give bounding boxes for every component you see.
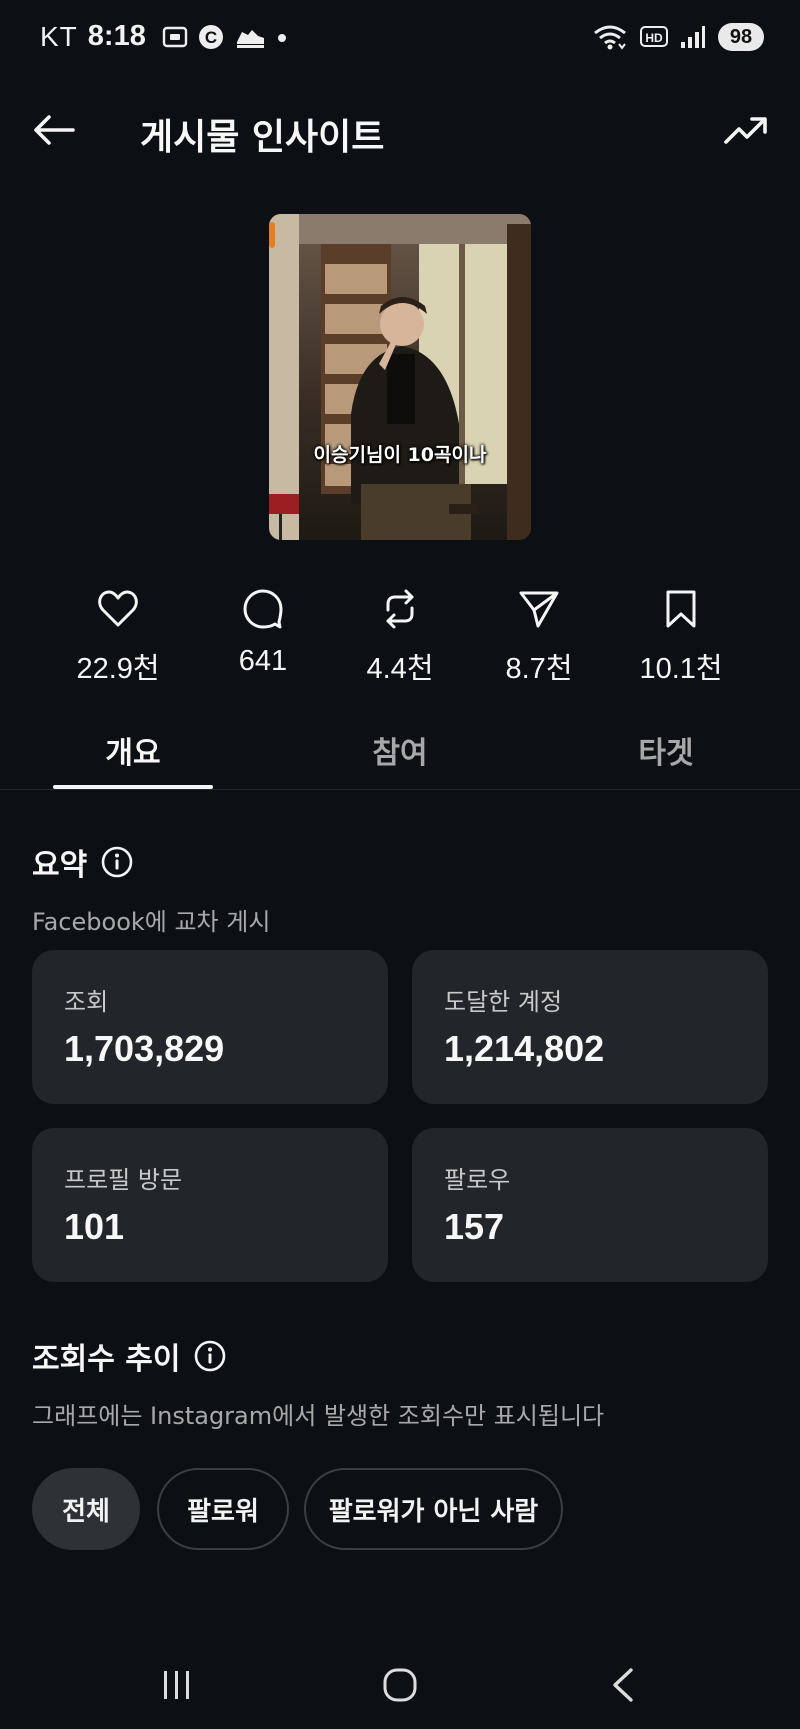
header: 게시물 인사이트 — [0, 90, 800, 170]
summary-title: 요약 — [32, 848, 88, 883]
filter-non-followers-chip[interactable]: 팔로워가 아닌 사람 — [304, 1468, 563, 1550]
c-badge-icon: C — [198, 24, 224, 50]
share-icon — [469, 585, 609, 633]
recent-apps-icon[interactable] — [142, 1660, 212, 1710]
active-tab-indicator — [53, 785, 213, 789]
views-trend-title: 조회수 추이 — [32, 1342, 181, 1377]
follows-card[interactable]: 팔로우 157 — [412, 1128, 768, 1282]
post-image — [269, 214, 531, 540]
likes-count: 22.9천 — [76, 653, 160, 685]
post-thumbnail[interactable]: 이승기님이 10곡이나 — [269, 214, 531, 540]
back-button[interactable] — [28, 106, 80, 154]
status-right: HD 98 — [592, 22, 764, 52]
filter-followers-chip[interactable]: 팔로워 — [157, 1468, 289, 1550]
reposts-stat[interactable]: 4.4천 — [330, 585, 470, 687]
profile-visits-card[interactable]: 프로필 방문 101 — [32, 1128, 388, 1282]
saves-count: 10.1천 — [639, 653, 723, 685]
shares-stat[interactable]: 8.7천 — [469, 585, 609, 687]
card-value: 101 — [64, 1206, 125, 1247]
page-title: 게시물 인사이트 — [140, 117, 385, 158]
home-icon[interactable] — [365, 1660, 435, 1710]
back-icon[interactable] — [588, 1660, 658, 1710]
tab-audience[interactable]: 타겟 — [586, 728, 746, 772]
comments-stat[interactable]: 641 — [193, 585, 333, 678]
card-label: 조회 — [64, 988, 109, 1016]
system-nav-bar — [0, 1640, 800, 1729]
hd-icon: HD — [640, 25, 668, 49]
card-label: 도달한 계정 — [444, 988, 563, 1016]
repost-icon — [330, 585, 470, 633]
status-left: KT 8:18 C — [40, 20, 288, 53]
saves-stat[interactable]: 10.1천 — [611, 585, 751, 687]
screenshot-icon — [162, 24, 188, 50]
arrow-left-icon — [34, 115, 75, 145]
views-trend-heading: 조회수 추이 — [32, 1334, 226, 1378]
likes-stat[interactable]: 22.9천 — [48, 585, 188, 687]
card-value: 157 — [444, 1206, 505, 1247]
reach-card[interactable]: 도달한 계정 1,214,802 — [412, 950, 768, 1104]
card-label: 프로필 방문 — [64, 1166, 183, 1194]
card-label: 팔로우 — [444, 1166, 511, 1194]
carrier-label: KT — [40, 20, 78, 52]
comments-count: 641 — [238, 645, 288, 677]
summary-heading: 요약 — [32, 840, 133, 884]
insights-screen: KT 8:18 C HD 98 게시물 인사이트 이승기님이 10곡이나 22.… — [0, 0, 800, 1729]
signal-icon — [680, 24, 706, 50]
bookmark-icon — [611, 585, 751, 633]
card-value: 1,703,829 — [64, 1028, 225, 1069]
trend-button[interactable] — [718, 106, 774, 154]
info-icon[interactable] — [194, 1340, 226, 1372]
summary-subtitle: Facebook에 교차 게시 — [32, 908, 271, 936]
tab-engagement[interactable]: 참여 — [320, 728, 480, 772]
comment-icon — [193, 585, 333, 633]
svg-text:HD: HD — [645, 31, 663, 45]
shoe-icon — [234, 24, 266, 50]
reposts-count: 4.4천 — [366, 653, 434, 685]
insights-tabs: 개요 참여 타겟 — [0, 720, 800, 790]
trending-up-icon — [724, 117, 767, 144]
filter-all-chip[interactable]: 전체 — [32, 1468, 140, 1550]
views-card[interactable]: 조회 1,703,829 — [32, 950, 388, 1104]
views-trend-subtitle: 그래프에는 Instagram에서 발생한 조회수만 표시됩니다 — [32, 1402, 605, 1430]
status-bar: KT 8:18 C HD 98 — [0, 0, 800, 80]
tab-overview[interactable]: 개요 — [53, 728, 213, 772]
clock: 8:18 — [87, 20, 146, 52]
svg-text:C: C — [205, 28, 217, 47]
card-value: 1,214,802 — [444, 1028, 605, 1069]
battery-indicator: 98 — [718, 23, 764, 51]
thumbnail-caption: 이승기님이 10곡이나 — [313, 444, 487, 466]
engagement-stats: 22.9천 641 4.4천 8.7천 10.1천 — [0, 585, 800, 685]
dot-icon — [276, 24, 288, 50]
wifi-icon — [592, 22, 628, 52]
shares-count: 8.7천 — [505, 653, 573, 685]
info-icon[interactable] — [101, 846, 133, 878]
heart-icon — [48, 585, 188, 633]
